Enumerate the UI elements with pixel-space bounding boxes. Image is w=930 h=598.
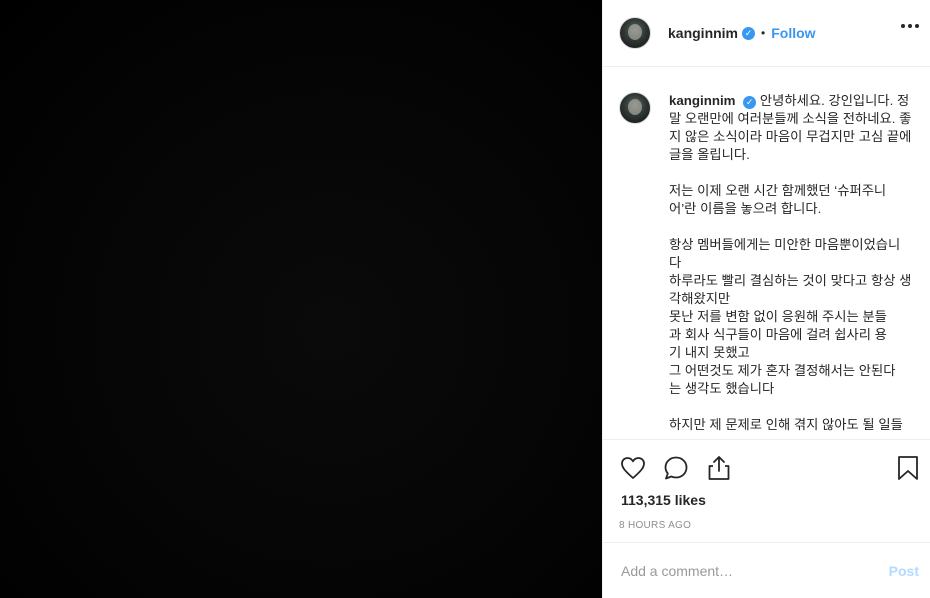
- comment-icon[interactable]: [662, 454, 690, 482]
- share-icon[interactable]: [705, 454, 733, 482]
- bookmark-icon[interactable]: [895, 454, 921, 482]
- caption-row: kanginnim ✓ 안녕하세요. 강인입니다. 정말 오랜만에 여러분들께 …: [619, 92, 915, 434]
- more-dot: [915, 24, 919, 28]
- follow-button[interactable]: Follow: [771, 25, 815, 41]
- post-header: kanginnim ✓ • Follow: [603, 0, 930, 67]
- author-username[interactable]: kanginnim: [668, 25, 738, 41]
- action-icons: [619, 454, 733, 482]
- more-options-icon[interactable]: [901, 24, 919, 28]
- likes-count[interactable]: 113,315 likes: [621, 492, 706, 508]
- comment-input[interactable]: [621, 562, 889, 579]
- post-media[interactable]: [0, 0, 602, 598]
- post-timestamp[interactable]: 8 HOURS AGO: [619, 520, 691, 531]
- more-dot: [908, 24, 912, 28]
- heart-icon[interactable]: [619, 454, 647, 482]
- author-avatar[interactable]: [619, 17, 651, 49]
- caption-verified-badge-icon: ✓: [743, 95, 757, 109]
- comment-bar: Post: [603, 542, 930, 598]
- post-panel: kanginnim ✓ • Follow kanginnim ✓ 안녕하세요. …: [602, 0, 930, 598]
- verified-badge-icon: ✓: [742, 26, 756, 40]
- separator-dot: •: [761, 26, 766, 40]
- caption-scroll-area[interactable]: kanginnim ✓ 안녕하세요. 강인입니다. 정말 오랜만에 여러분들께 …: [603, 68, 930, 439]
- post-comment-button[interactable]: Post: [889, 563, 919, 579]
- caption-username[interactable]: kanginnim: [669, 93, 736, 108]
- caption-text: kanginnim ✓ 안녕하세요. 강인입니다. 정말 오랜만에 여러분들께 …: [669, 92, 913, 434]
- caption-body: 안녕하세요. 강인입니다. 정말 오랜만에 여러분들께 소식을 전하네요. 좋지…: [669, 93, 912, 432]
- caption-author-avatar[interactable]: [619, 92, 651, 124]
- more-dot: [901, 24, 905, 28]
